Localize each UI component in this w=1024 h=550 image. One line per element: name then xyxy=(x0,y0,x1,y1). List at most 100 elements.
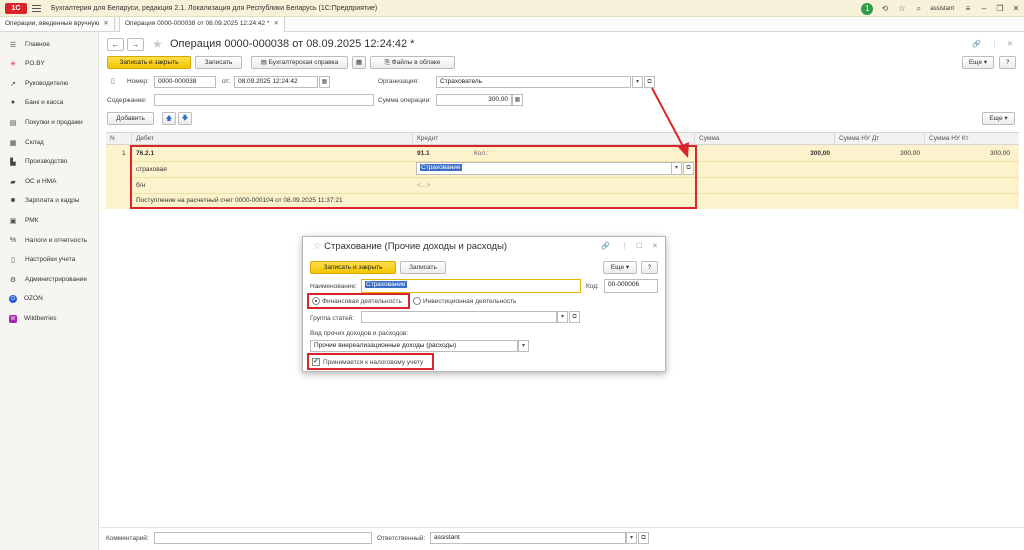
sidebar-item-wildberries[interactable]: W Wildberries xyxy=(0,309,99,328)
link-icon[interactable]: 🔗 xyxy=(972,40,981,48)
close-form-icon[interactable]: ✕ xyxy=(1007,40,1013,48)
move-down-button[interactable]: 🡇 xyxy=(178,112,192,125)
table-icon-button[interactable]: ▦ xyxy=(352,56,366,69)
back-button[interactable]: ← xyxy=(107,38,124,51)
menu-icon: ☰ xyxy=(9,41,17,49)
favorite-star-icon[interactable]: ★ xyxy=(152,38,163,50)
name-field[interactable]: Страхование xyxy=(361,279,581,293)
save-button[interactable]: Записать xyxy=(195,56,242,69)
dialog-more-button[interactable]: Еще ▾ xyxy=(603,261,637,274)
favorite-star-icon[interactable]: ☆ xyxy=(313,241,324,252)
more-actions-icon[interactable]: ⋮ xyxy=(991,40,998,48)
add-row-button[interactable]: Добавить xyxy=(107,112,154,125)
dropdown-arrow-icon[interactable]: ▾ xyxy=(518,340,529,352)
search-icon[interactable]: ⌕ xyxy=(910,4,927,14)
organization-field[interactable]: Страхователь xyxy=(436,76,631,88)
link-icon[interactable]: 🔗 xyxy=(601,242,610,250)
highlight-box-radio xyxy=(307,293,410,309)
sum-label: Сумма операции: xyxy=(378,97,431,104)
column-n[interactable]: N xyxy=(106,133,131,145)
close-tab-icon[interactable]: ✕ xyxy=(103,20,108,27)
dropdown-arrow-icon: ▾ xyxy=(982,59,988,66)
coin-icon: ● xyxy=(10,99,16,106)
column-sum-nu-dt[interactable]: Сумма НУ Дт xyxy=(834,133,924,145)
code-field[interactable]: 00-000006 xyxy=(604,279,658,293)
date-field[interactable]: 08.09.2025 12:24:42 xyxy=(234,76,318,88)
notifications-bell-icon[interactable]: 1 xyxy=(861,2,874,15)
warehouse-icon: ▦ xyxy=(9,139,17,147)
sidebar-item-administration[interactable]: ⚙ Администрирование xyxy=(0,270,99,289)
group-field[interactable] xyxy=(361,311,557,323)
more-actions-icon[interactable]: ⋮ xyxy=(621,242,628,250)
open-link-icon[interactable]: ⧉ xyxy=(638,532,649,544)
content-field[interactable] xyxy=(154,94,374,106)
open-tabs-bar: Операции, введенные вручную ✕ Операция 00… xyxy=(0,17,1024,32)
dropdown-arrow-icon[interactable]: ▾ xyxy=(626,532,637,544)
column-debit[interactable]: Дебет xyxy=(131,133,416,145)
favorites-star-icon[interactable]: ☆ xyxy=(893,4,910,13)
history-icon[interactable]: ⟲ xyxy=(876,4,893,13)
main-menu-icon[interactable] xyxy=(32,4,41,12)
sidebar-item-accounting-settings[interactable]: ▯ Настройки учета xyxy=(0,250,99,269)
minimize-icon[interactable]: – xyxy=(976,4,992,13)
row-number: 1 xyxy=(122,150,126,157)
move-up-button[interactable]: 🡅 xyxy=(162,112,176,125)
save-close-button[interactable]: Записать и закрыть xyxy=(107,56,191,69)
more-button[interactable]: Еще ▾ xyxy=(962,56,994,69)
sum-field[interactable]: 300,00 xyxy=(436,94,512,106)
accounting-reference-button[interactable]: ▤ Бухгалтерская справка xyxy=(251,56,348,69)
sidebar-item-purchases-sales[interactable]: ▤ Покупки и продажи xyxy=(0,113,99,132)
app-title: Бухгалтерия для Беларуси, редакция 2.1. … xyxy=(51,4,378,12)
highlight-box-row xyxy=(130,145,697,209)
close-dialog-icon[interactable]: ✕ xyxy=(652,242,658,250)
sidebar-item-poby[interactable]: ✳ PO.BY xyxy=(0,54,99,73)
sidebar-item-salary[interactable]: ☻ Зарплата и кадры xyxy=(0,191,99,210)
close-window-icon[interactable]: ✕ xyxy=(1008,4,1024,13)
help-button[interactable]: ? xyxy=(999,56,1016,69)
sidebar-item-warehouse[interactable]: ▦ Склад xyxy=(0,133,99,152)
responsible-field[interactable]: assistant xyxy=(430,532,626,544)
content-label: Содержание: xyxy=(107,97,147,104)
table-more-button[interactable]: Еще ▾ xyxy=(982,112,1015,125)
row-sum-nu-kt[interactable]: 300,00 xyxy=(966,148,1010,160)
row-sum-nu-dt[interactable]: 300,00 xyxy=(876,148,920,160)
radio-investment-label[interactable]: Инвестиционная деятельность xyxy=(423,298,516,305)
sidebar-item-manager[interactable]: ↗ Руководителю xyxy=(0,74,99,93)
dialog-help-button[interactable]: ? xyxy=(641,261,658,274)
dialog-header: ☆ Страхование (Прочие доходы и расходы) … xyxy=(303,237,667,255)
sidebar-item-ozon[interactable]: O OZON xyxy=(0,289,99,308)
grid-icon: ▦ xyxy=(355,59,363,66)
organization-label: Организация: xyxy=(378,78,420,85)
highlight-box-checkbox xyxy=(307,353,434,370)
sidebar-item-production[interactable]: ▙ Производство xyxy=(0,152,99,171)
radio-investment-activity[interactable] xyxy=(413,297,421,305)
settings-menu-icon[interactable]: ≡ xyxy=(960,4,976,13)
sidebar-item-main[interactable]: ☰ Главное xyxy=(0,35,99,54)
sidebar-item-bank-cash[interactable]: ● Банк и касса xyxy=(0,93,99,112)
number-field[interactable]: 0000-000038 xyxy=(154,76,216,88)
maximize-icon[interactable]: ☐ xyxy=(636,242,642,250)
row-sum[interactable]: 300,00 xyxy=(786,148,830,160)
close-tab-icon[interactable]: ✕ xyxy=(273,20,278,27)
column-sum[interactable]: Сумма xyxy=(694,133,834,145)
column-sum-nu-kt[interactable]: Сумма НУ Кт xyxy=(924,133,1019,145)
restore-icon[interactable]: ❐ xyxy=(992,4,1008,13)
current-user[interactable]: assistant xyxy=(930,6,954,12)
dialog-title: ☆ Страхование (Прочие доходы и расходы) xyxy=(313,241,508,252)
tab-operation-38[interactable]: Операция 0000-000038 от 08.09.2025 12:24… xyxy=(119,17,285,32)
sidebar-item-fixed-assets[interactable]: ▰ ОС и НМА xyxy=(0,172,99,191)
date-label: от: xyxy=(222,78,231,85)
calculator-icon[interactable]: ▦ xyxy=(512,94,523,106)
comment-field[interactable] xyxy=(154,532,372,544)
tab-manual-operations[interactable]: Операции, введенные вручную ✕ xyxy=(0,17,115,32)
forward-button[interactable]: → xyxy=(127,38,144,51)
sidebar-item-taxes[interactable]: % Налоги и отчетность xyxy=(0,231,99,250)
sidebar-item-rmk[interactable]: ▣ РМК xyxy=(0,211,99,230)
cloud-files-button[interactable]: ⎘ Файлы в облаке xyxy=(370,56,455,69)
dialog-save-close-button[interactable]: Записать и закрыть xyxy=(310,261,396,274)
calendar-icon[interactable]: ▦ xyxy=(319,76,330,88)
dialog-save-button[interactable]: Записать xyxy=(400,261,446,274)
open-link-icon[interactable]: ⧉ xyxy=(569,311,580,323)
dropdown-arrow-icon[interactable]: ▾ xyxy=(557,311,568,323)
kind-field[interactable]: Прочие внереализационные доходы (расходы… xyxy=(310,340,518,352)
